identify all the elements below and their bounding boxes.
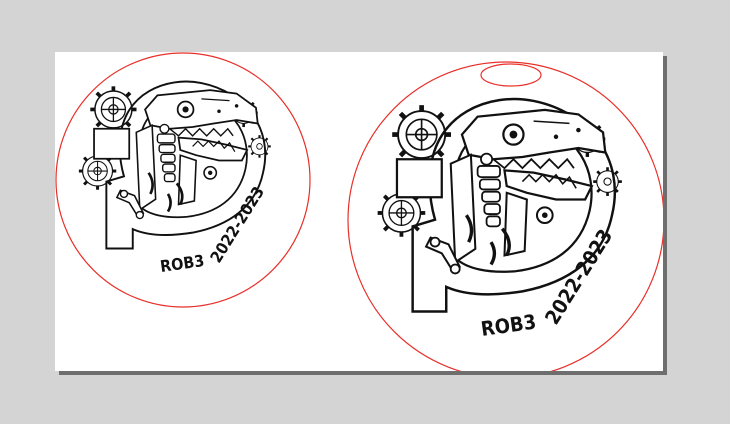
large-label: ROB3 xyxy=(479,309,537,340)
small-label: ROB3 xyxy=(159,251,206,276)
hanging-slot xyxy=(480,63,542,87)
design-canvas[interactable]: ROB3 2022-2023 ROB3 2022-2023 xyxy=(55,52,663,371)
artwork-svg: ROB3 2022-2023 ROB3 2022-2023 xyxy=(55,52,663,371)
medallion-small[interactable]: ROB3 2022-2023 xyxy=(55,52,311,308)
medallion-large[interactable]: ROB3 2022-2023 xyxy=(347,61,663,371)
